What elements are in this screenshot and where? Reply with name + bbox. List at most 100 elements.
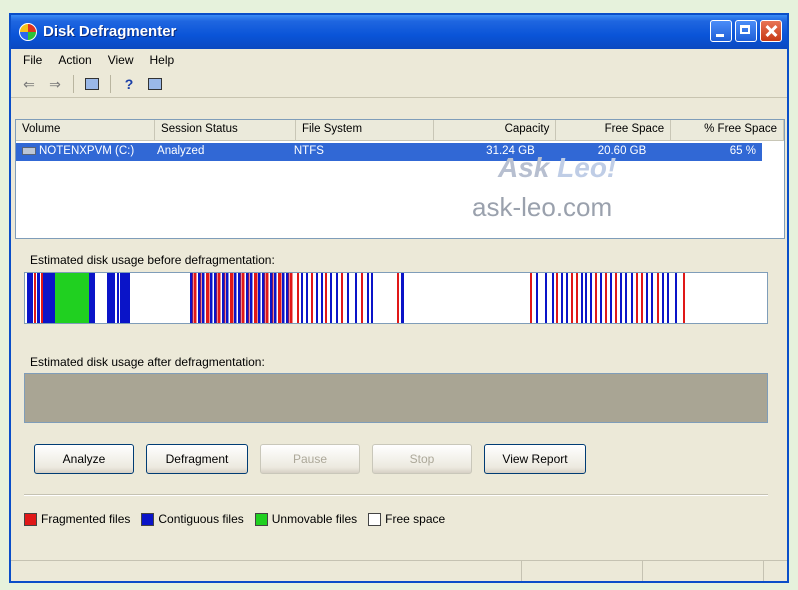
stripe: [625, 273, 627, 323]
fragmented-stripe: [264, 273, 266, 323]
table-row[interactable]: NOTENXPVM (C:) Analyzed NTFS 31.24 GB 20…: [16, 143, 762, 161]
contiguous-stripe: [401, 273, 404, 323]
stripe: [210, 273, 213, 323]
menu-action[interactable]: Action: [50, 53, 99, 67]
minimize-button[interactable]: [710, 20, 732, 42]
stripe: [566, 273, 568, 323]
stripe: [297, 273, 299, 323]
stripe: [641, 273, 643, 323]
session-status-cell: Analyzed: [157, 145, 205, 157]
stripe: [214, 273, 217, 323]
fragmented-stripe: [232, 273, 234, 323]
legend-label: Contiguous files: [158, 512, 244, 526]
fragmented-stripe: [397, 273, 399, 323]
stripe: [242, 273, 245, 323]
contiguous-stripe: [27, 273, 33, 323]
fragmented-stripe: [288, 273, 290, 323]
forward-icon[interactable]: ⇒: [45, 74, 65, 94]
maximize-button[interactable]: [735, 20, 757, 42]
legend-item-fragmented: Fragmented files: [24, 512, 130, 526]
stripe: [234, 273, 237, 323]
stripe: [238, 273, 241, 323]
contiguous-stripe: [107, 273, 115, 323]
stripe: [651, 273, 653, 323]
column-file-system[interactable]: File System: [296, 120, 435, 140]
stripe: [367, 273, 369, 323]
defragmenter-app-icon: [19, 23, 37, 41]
percent-free-cell: 65 %: [729, 145, 756, 157]
column-percent-free-space[interactable]: % Free Space: [671, 120, 784, 140]
stripe: [321, 273, 323, 323]
column-capacity[interactable]: Capacity: [434, 120, 557, 140]
stripe: [675, 273, 677, 323]
stripe: [581, 273, 583, 323]
file-system-cell: NTFS: [293, 145, 324, 157]
back-icon[interactable]: ⇐: [19, 74, 39, 94]
stripe: [274, 273, 277, 323]
stripe: [306, 273, 308, 323]
after-defrag-label: Estimated disk usage after defragmentati…: [30, 355, 265, 369]
legend-label: Fragmented files: [41, 512, 131, 526]
column-free-space[interactable]: Free Space: [556, 120, 672, 140]
contiguous-stripe: [120, 273, 130, 323]
menu-file[interactable]: File: [15, 53, 50, 67]
fragmented-stripe: [280, 273, 282, 323]
close-button[interactable]: [760, 20, 782, 42]
fragmented-stripe: [192, 273, 194, 323]
stripe: [194, 273, 197, 323]
pause-button[interactable]: Pause: [260, 444, 360, 474]
stripe: [258, 273, 261, 323]
column-session-status[interactable]: Session Status: [155, 120, 296, 140]
ask-leo-watermark-site: ask-leo.com: [472, 192, 613, 222]
help-icon[interactable]: ?: [119, 74, 139, 94]
stripe: [325, 273, 327, 323]
stripe: [226, 273, 229, 323]
title-bar[interactable]: Disk Defragmenter: [11, 15, 787, 49]
stripe: [590, 273, 592, 323]
legend-item-free-space: Free space: [368, 512, 445, 526]
before-defrag-label: Estimated disk usage before defragmentat…: [30, 253, 275, 267]
stripe: [330, 273, 332, 323]
legend: Fragmented files Contiguous files Unmova…: [24, 512, 456, 526]
stripe: [636, 273, 638, 323]
defragment-button[interactable]: Defragment: [146, 444, 248, 474]
legend-label: Unmovable files: [271, 512, 358, 526]
stripe: [571, 273, 573, 323]
after-defrag-usage-display: [24, 373, 768, 423]
unmovable-stripe: [55, 273, 89, 323]
properties-icon[interactable]: [145, 74, 165, 94]
stripe: [262, 273, 265, 323]
stop-button[interactable]: Stop: [372, 444, 472, 474]
fragmented-stripe: [41, 273, 43, 323]
stripe: [545, 273, 547, 323]
volume-cell: NOTENXPVM (C:): [16, 143, 151, 161]
toolbar-separator: [110, 75, 111, 93]
stripe: [605, 273, 607, 323]
stripe: [206, 273, 209, 323]
menu-view[interactable]: View: [100, 53, 142, 67]
show-hide-console-tree-icon[interactable]: [82, 74, 102, 94]
stripe: [316, 273, 318, 323]
before-defrag-usage-display: [24, 272, 768, 324]
fragmented-stripe: [200, 273, 202, 323]
stripe: [254, 273, 257, 323]
volume-name: NOTENXPVM (C:): [39, 145, 135, 157]
ask-leo-watermark-logo: Ask Leo!: [498, 152, 616, 184]
stripe: [361, 273, 363, 323]
legend-item-contiguous: Contiguous files: [141, 512, 244, 526]
stripe: [552, 273, 554, 323]
stripe: [270, 273, 273, 323]
status-bar: [11, 560, 787, 581]
column-volume[interactable]: Volume: [16, 120, 156, 140]
stripe: [631, 273, 633, 323]
stripe: [218, 273, 221, 323]
contiguous-stripe: [37, 273, 40, 323]
view-report-button[interactable]: View Report: [484, 444, 586, 474]
stripe: [667, 273, 669, 323]
stripe: [530, 273, 532, 323]
stripe: [278, 273, 281, 323]
menu-help[interactable]: Help: [142, 53, 183, 67]
stripe: [250, 273, 253, 323]
stripe: [371, 273, 373, 323]
analyze-button[interactable]: Analyze: [34, 444, 134, 474]
